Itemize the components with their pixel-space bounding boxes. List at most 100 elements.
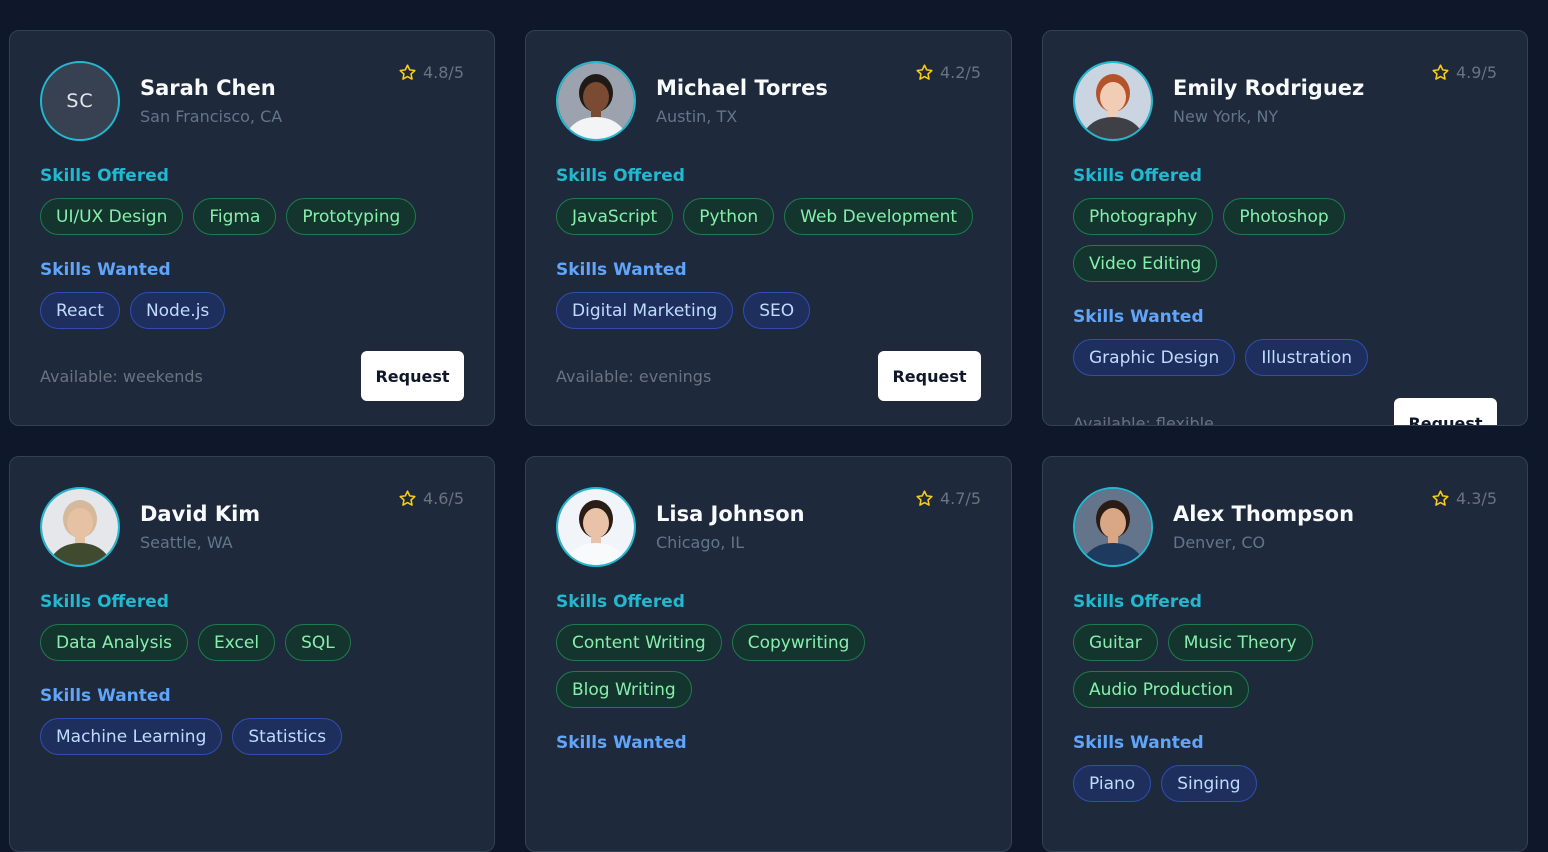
rating: 4.2/5 — [915, 63, 981, 82]
skills-offered-list: Data Analysis Excel SQL — [40, 624, 464, 661]
star-icon — [916, 490, 933, 506]
profile-grid: SC Sarah Chen San Francisco, CA 4.8/5 Skills… — [9, 30, 1528, 852]
skill-offered-tag: Blog Writing — [556, 671, 692, 708]
skills-offered-label: Skills Offered — [40, 592, 169, 612]
card-header: Michael Torres Austin, TX 4.2/5 — [556, 61, 981, 141]
rating: 4.9/5 — [1431, 63, 1497, 82]
skills-offered-label: Skills Offered — [40, 166, 169, 186]
profile-name: Michael Torres — [656, 76, 828, 100]
request-button[interactable]: Request — [878, 351, 981, 401]
star-icon — [399, 490, 416, 506]
profile-location: Chicago, IL — [656, 533, 745, 552]
availability-text: Available: weekends — [40, 366, 203, 386]
profile-card: Alex Thompson Denver, CO 4.3/5 Skills Offer… — [1042, 456, 1528, 852]
skills-offered-list: UI/UX Design Figma Prototyping — [40, 198, 464, 235]
availability-text: Available: evenings — [556, 366, 712, 386]
profile-name: Sarah Chen — [140, 76, 276, 100]
skill-wanted-tag: SEO — [743, 292, 811, 329]
skill-offered-tag: Excel — [198, 624, 276, 661]
skills-wanted-label: Skills Wanted — [556, 733, 687, 753]
skills-offered-list: Photography Photoshop Video Editing — [1073, 198, 1497, 282]
skill-wanted-tag: Statistics — [232, 718, 343, 755]
skill-offered-tag: Figma — [193, 198, 277, 235]
skills-offered-list: Content Writing Copywriting Blog Writing — [556, 624, 981, 708]
skills-wanted-list: Digital Marketing SEO — [556, 292, 981, 329]
card-footer: Available: evenings Request — [556, 351, 981, 401]
card-header: Alex Thompson Denver, CO 4.3/5 — [1073, 487, 1497, 567]
rating-value: 4.2/5 — [939, 63, 981, 82]
avatar: SC — [40, 61, 120, 141]
skills-wanted-label: Skills Wanted — [1073, 733, 1204, 753]
skill-offered-tag: Photography — [1073, 198, 1214, 235]
star-icon — [1432, 490, 1449, 506]
skills-offered-label: Skills Offered — [1073, 592, 1202, 612]
skill-offered-tag: Photoshop — [1223, 198, 1345, 235]
skills-wanted-label: Skills Wanted — [40, 260, 171, 280]
rating: 4.7/5 — [915, 489, 981, 508]
skills-wanted-label: Skills Wanted — [40, 686, 171, 706]
skill-offered-tag: Python — [683, 198, 775, 235]
skill-offered-tag: Copywriting — [731, 624, 866, 661]
skills-wanted-label: Skills Wanted — [556, 260, 687, 280]
skills-wanted-list: Graphic Design Illustration — [1073, 339, 1497, 376]
rating-value: 4.7/5 — [939, 489, 981, 508]
skills-offered-label: Skills Offered — [556, 166, 685, 186]
skill-wanted-tag: Node.js — [129, 292, 226, 329]
card-header: SC Sarah Chen San Francisco, CA 4.8/5 — [40, 61, 464, 141]
skill-wanted-tag: Digital Marketing — [556, 292, 734, 329]
card-header: Emily Rodriguez New York, NY 4.9/5 — [1073, 61, 1497, 141]
skill-offered-tag: Guitar — [1073, 624, 1158, 661]
request-button[interactable]: Request — [361, 351, 464, 401]
skill-wanted-tag: Graphic Design — [1073, 339, 1236, 376]
avatar — [1073, 61, 1153, 141]
card-header: David Kim Seattle, WA 4.6/5 — [40, 487, 464, 567]
skill-offered-tag: Content Writing — [556, 624, 722, 661]
rating: 4.3/5 — [1431, 489, 1497, 508]
skill-wanted-tag: Piano — [1073, 765, 1152, 802]
star-icon — [399, 64, 416, 80]
skills-offered-label: Skills Offered — [1073, 166, 1202, 186]
skill-offered-tag: Web Development — [784, 198, 974, 235]
request-button[interactable]: Request — [1394, 398, 1497, 425]
profile-name: Alex Thompson — [1173, 502, 1355, 526]
skill-offered-tag: Audio Production — [1073, 671, 1250, 708]
skill-offered-tag: JavaScript — [556, 198, 674, 235]
profile-card: SC Sarah Chen San Francisco, CA 4.8/5 Skills… — [9, 30, 495, 426]
skill-offered-tag: UI/UX Design — [40, 198, 184, 235]
profile-location: San Francisco, CA — [140, 107, 283, 126]
profile-location: New York, NY — [1173, 107, 1279, 126]
skills-wanted-list: Machine Learning Statistics — [40, 718, 464, 755]
profile-card: Michael Torres Austin, TX 4.2/5 Skills Offe… — [525, 30, 1012, 426]
avatar — [556, 61, 636, 141]
skills-wanted-list: React Node.js — [40, 292, 464, 329]
rating: 4.6/5 — [398, 489, 464, 508]
skill-wanted-tag: React — [40, 292, 120, 329]
avatar — [556, 487, 636, 567]
card-footer: Available: flexible Request — [1073, 398, 1497, 426]
card-footer: Available: weekends Request — [40, 351, 464, 401]
avatar — [1073, 487, 1153, 567]
skill-offered-tag: Music Theory — [1167, 624, 1313, 661]
skill-offered-tag: Prototyping — [286, 198, 417, 235]
profile-name: David Kim — [140, 502, 261, 526]
skill-wanted-tag: Machine Learning — [40, 718, 223, 755]
profile-card: Lisa Johnson Chicago, IL 4.7/5 Skills Offer… — [525, 456, 1012, 852]
star-icon — [1432, 64, 1449, 80]
availability-text: Available: flexible — [1073, 413, 1214, 426]
rating-value: 4.6/5 — [422, 489, 464, 508]
profile-location: Seattle, WA — [140, 533, 233, 552]
profile-name: Emily Rodriguez — [1173, 76, 1365, 100]
rating: 4.8/5 — [398, 63, 464, 82]
skill-wanted-tag: Illustration — [1245, 339, 1369, 376]
avatar-initials: SC — [66, 90, 94, 112]
profile-card: Emily Rodriguez New York, NY 4.9/5 Skills O… — [1042, 30, 1528, 426]
profile-card: David Kim Seattle, WA 4.6/5 Skills Offered D… — [9, 456, 495, 852]
card-header: Lisa Johnson Chicago, IL 4.7/5 — [556, 487, 981, 567]
skills-offered-label: Skills Offered — [556, 592, 685, 612]
rating-value: 4.3/5 — [1455, 489, 1497, 508]
avatar — [40, 487, 120, 567]
skill-wanted-tag: Singing — [1161, 765, 1257, 802]
profile-location: Austin, TX — [656, 107, 738, 126]
profile-name: Lisa Johnson — [656, 502, 805, 526]
rating-value: 4.9/5 — [1455, 63, 1497, 82]
